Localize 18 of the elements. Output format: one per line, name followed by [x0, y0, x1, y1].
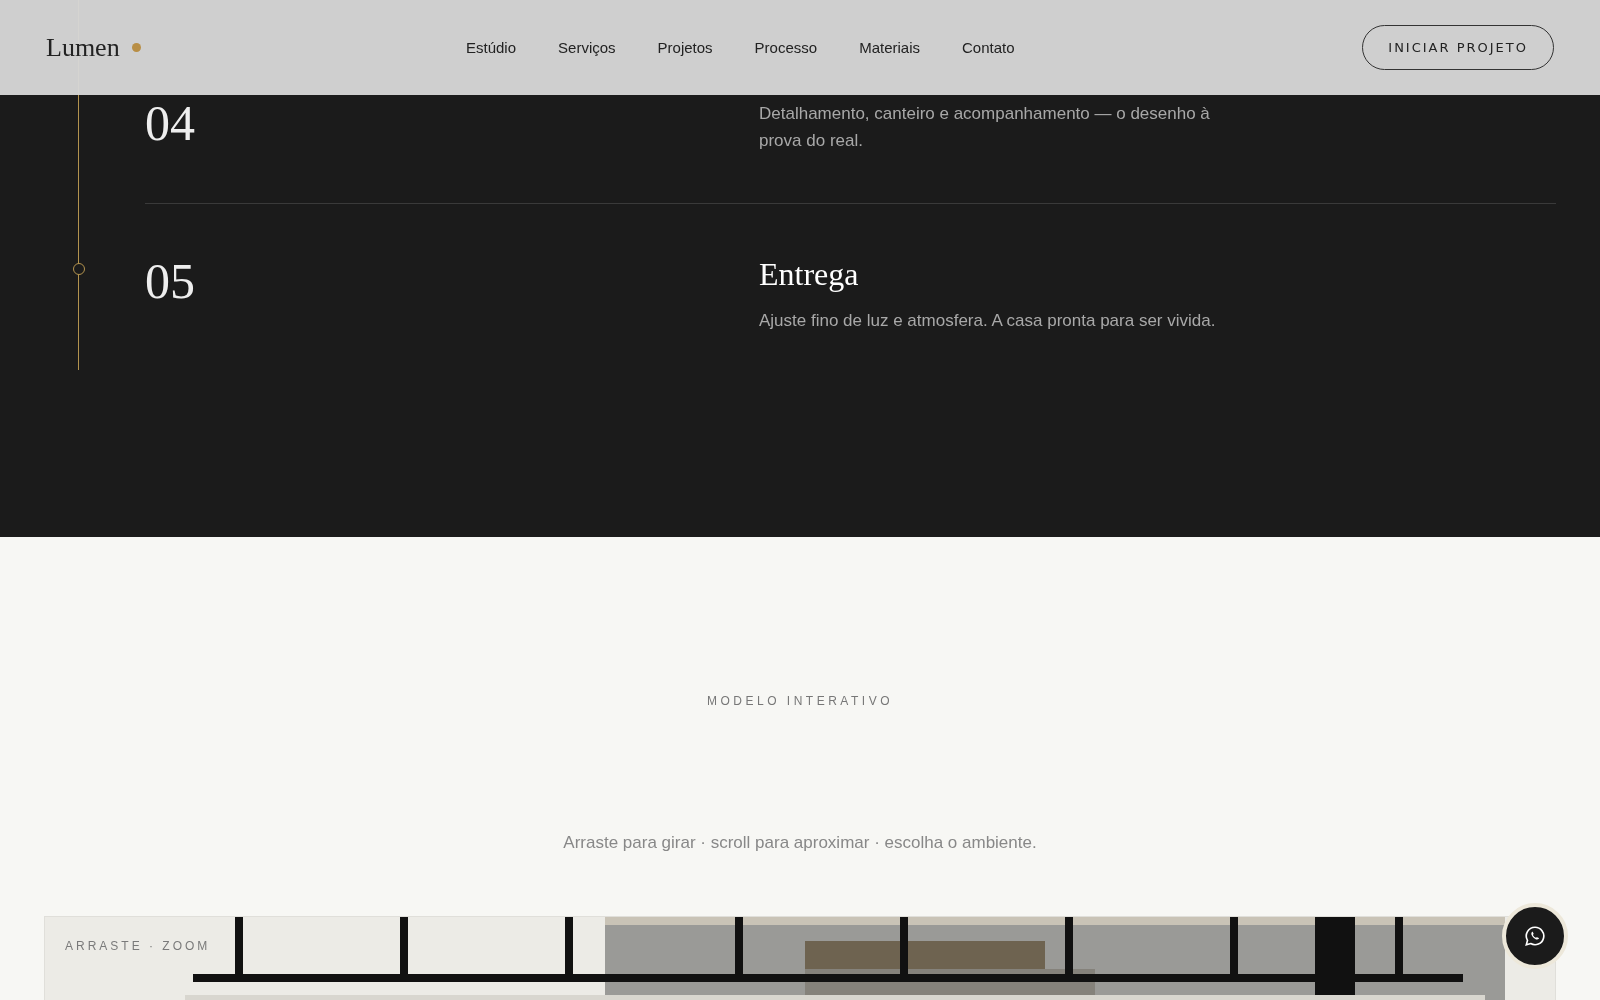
- viewer-hint: ARRASTE · ZOOM: [65, 939, 211, 953]
- nav-link[interactable]: Estúdio: [466, 39, 517, 56]
- logo-dot-icon: [131, 43, 141, 52]
- logo-text[interactable]: Lumen: [46, 32, 120, 63]
- step-number: 04: [145, 94, 196, 153]
- step-number: 05: [145, 256, 196, 311]
- whatsapp-icon: [1524, 925, 1546, 947]
- section-subtitle: Arraste para girar · scroll para aproximar · escolha o ambiente.: [563, 833, 1037, 853]
- step-description: Ajuste fino de luz e atmosfera. A casa pronta para ser vivida.: [759, 310, 1217, 332]
- nav-link[interactable]: Projetos: [657, 39, 713, 56]
- timeline-node-icon: [73, 263, 85, 275]
- nav-link[interactable]: Contato: [962, 39, 1015, 56]
- section-eyebrow: MODELO INTERATIVO: [707, 694, 893, 708]
- step-title: Entrega: [759, 256, 860, 293]
- step-description: Detalhamento, canteiro e acompanhamento — o desenho à prova do real.: [759, 103, 1211, 152]
- nav-link[interactable]: Materiais: [859, 39, 920, 56]
- nav-link[interactable]: Serviços: [558, 39, 616, 56]
- nav-link[interactable]: Processo: [754, 39, 818, 56]
